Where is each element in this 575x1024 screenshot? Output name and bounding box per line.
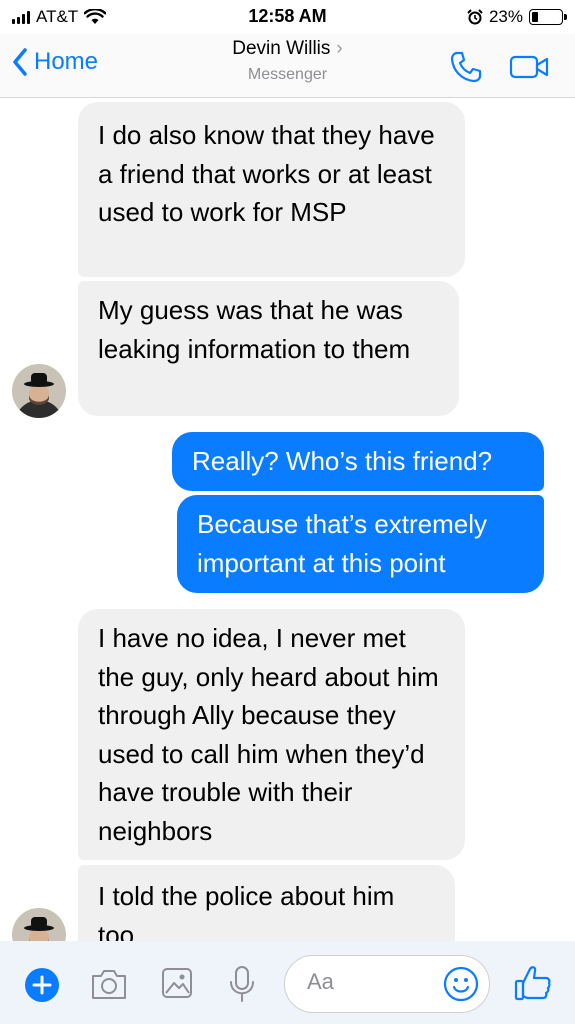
like-icon[interactable] — [513, 963, 553, 1003]
gallery-icon[interactable] — [160, 966, 194, 1000]
message-text: I do also know that they have a friend t… — [98, 120, 435, 227]
battery-icon — [529, 9, 567, 25]
battery-percent: 23% — [488, 7, 523, 26]
message-bubble-incoming[interactable]: I told the police about him too — [78, 865, 455, 941]
emoji-icon[interactable] — [443, 966, 479, 1002]
message-input[interactable] — [307, 969, 427, 995]
phone-icon[interactable] — [449, 50, 483, 84]
message-bubble-incoming[interactable]: I do also know that they have a friend t… — [78, 102, 465, 277]
contact-avatar-icon — [12, 908, 66, 941]
message-bubble-incoming[interactable]: I have no idea, I never met the guy, onl… — [78, 609, 465, 860]
video-call-icon[interactable] — [509, 54, 549, 80]
message-text: Really? Who’s this friend? — [192, 446, 493, 476]
composer-bar — [0, 941, 575, 1024]
message-text: My guess was that he was leaking informa… — [98, 295, 411, 364]
contact-name: Devin Willis — [232, 38, 331, 59]
message-text: Because that’s extremely important at th… — [197, 509, 487, 578]
message-bubble-outgoing[interactable]: Because that’s extremely important at th… — [177, 495, 544, 593]
avatar[interactable] — [12, 908, 66, 941]
status-right: 23% — [467, 7, 567, 27]
message-thread[interactable]: I do also know that they have a friend t… — [0, 98, 575, 941]
message-bubble-incoming[interactable]: My guess was that he was leaking informa… — [78, 281, 459, 416]
message-bubble-outgoing[interactable]: Really? Who’s this friend? — [172, 432, 544, 491]
plus-icon[interactable] — [24, 967, 60, 1003]
camera-icon[interactable] — [90, 967, 128, 1001]
conversation-header: Home Devin Willis › Messenger — [0, 34, 575, 98]
avatar[interactable] — [12, 364, 66, 418]
chevron-right-icon: › — [336, 38, 343, 59]
status-bar: AT&T 12:58 AM 23% — [0, 0, 575, 34]
contact-avatar-icon — [12, 364, 66, 418]
message-input-container[interactable] — [284, 955, 490, 1013]
alarm-icon — [467, 9, 483, 25]
message-text: I told the police about him too — [98, 881, 395, 941]
message-text: I have no idea, I never met the guy, onl… — [98, 623, 439, 846]
microphone-icon[interactable] — [228, 965, 256, 1003]
